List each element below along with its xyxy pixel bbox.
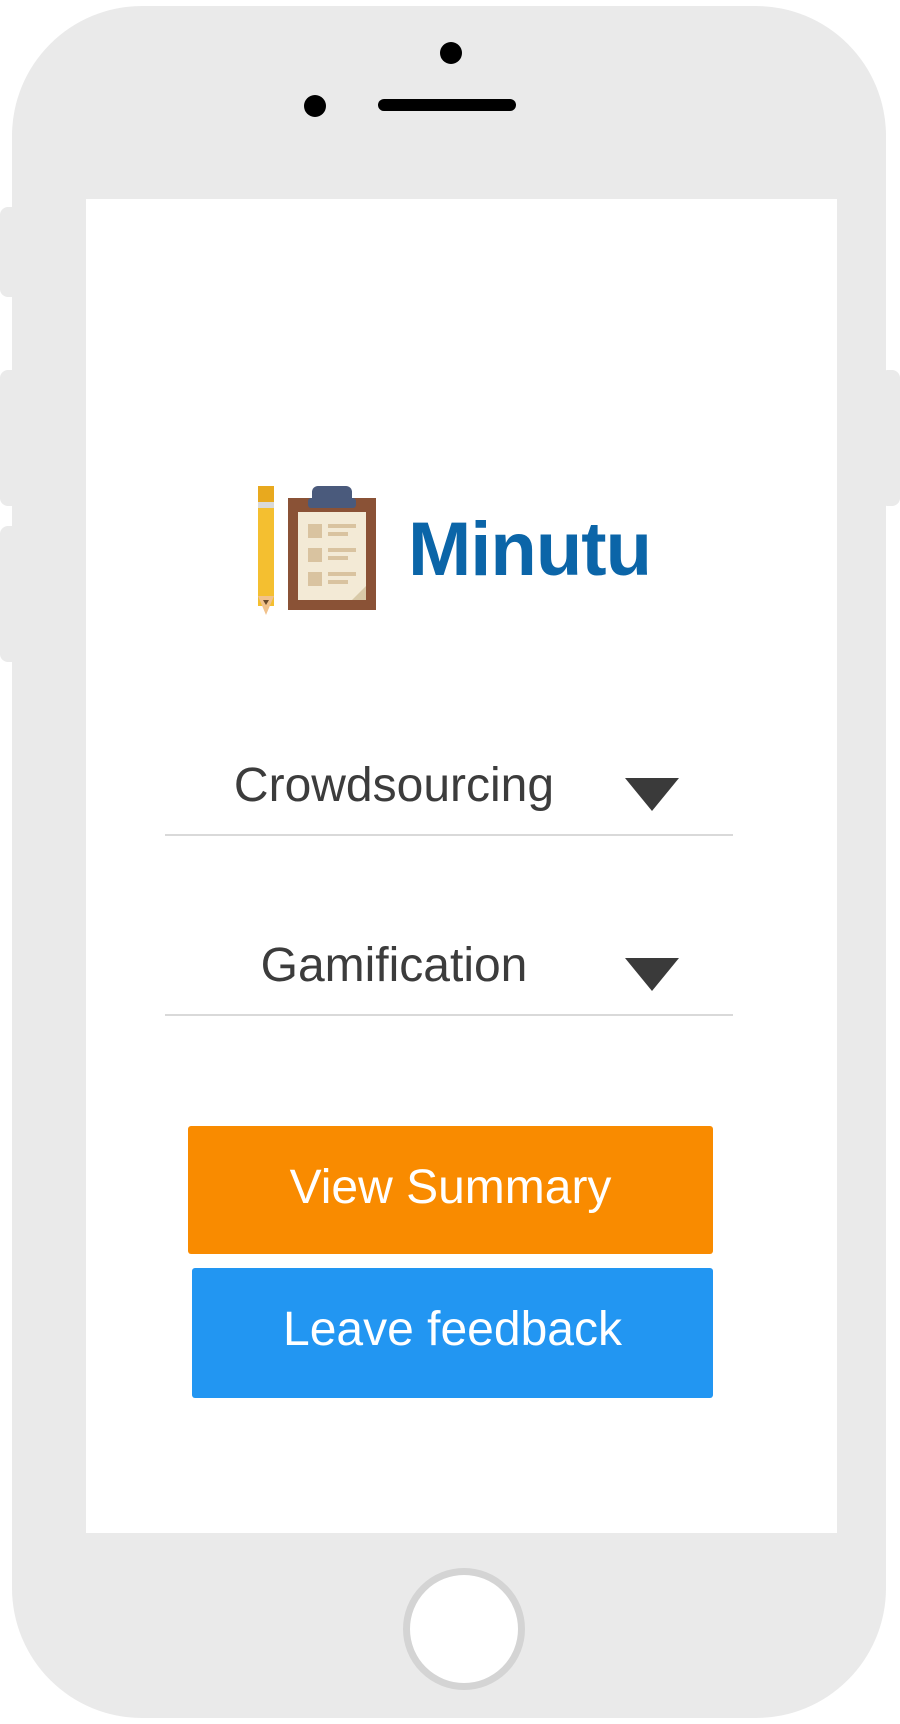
mute-switch[interactable] — [0, 207, 20, 297]
power-button[interactable] — [880, 370, 900, 506]
view-summary-button[interactable]: View Summary — [188, 1126, 713, 1254]
category-dropdown[interactable]: Crowdsourcing — [165, 748, 733, 836]
volume-down-button[interactable] — [0, 526, 20, 662]
category-dropdown-value: Crowdsourcing — [233, 759, 555, 812]
volume-up-button[interactable] — [0, 370, 20, 506]
app-logo: Minutu — [250, 482, 652, 617]
earpiece-speaker — [378, 99, 516, 111]
phone-frame — [12, 6, 886, 1718]
caret-down-icon — [625, 958, 679, 991]
caret-down-icon — [625, 778, 679, 811]
home-button[interactable] — [403, 1568, 525, 1690]
proximity-sensor-dot — [304, 95, 326, 117]
topic-dropdown[interactable]: Gamification — [165, 928, 733, 1016]
leave-feedback-button[interactable]: Leave feedback — [192, 1268, 713, 1398]
app-name: Minutu — [408, 507, 652, 592]
camera-dot — [440, 42, 462, 64]
clipboard-with-pencil-icon — [258, 485, 376, 615]
topic-dropdown-value: Gamification — [260, 939, 528, 992]
